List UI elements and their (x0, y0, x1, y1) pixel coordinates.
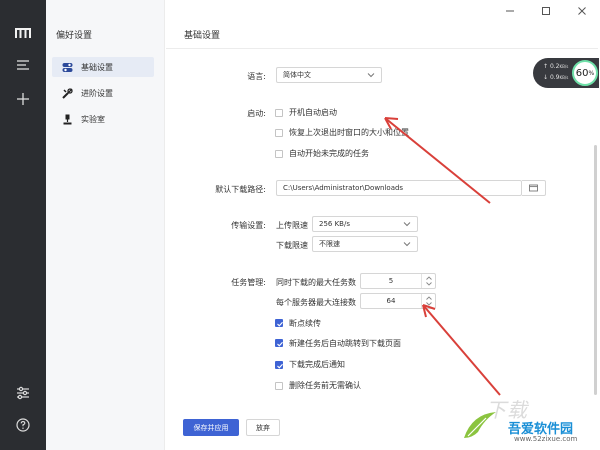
scrollbar[interactable] (594, 145, 597, 395)
menu-icon[interactable] (11, 53, 35, 77)
divider (166, 48, 598, 49)
download-speed: ↓ 0.9KB/s (543, 74, 569, 81)
chevron-down-icon (367, 73, 375, 78)
usage-percent: 60 (575, 67, 589, 79)
max-tasks-stepper[interactable]: 5 (360, 273, 436, 289)
auto-launch-label: 开机自动启动 (289, 108, 337, 117)
resume-broken-checkbox[interactable] (275, 319, 283, 327)
settings-nav: 偏好设置 基础设置 进阶设置 实验室 (46, 0, 165, 450)
browse-folder-button[interactable] (522, 180, 546, 196)
nav-item-label: 基础设置 (81, 62, 113, 72)
stepper-arrows[interactable] (421, 294, 435, 308)
notify-complete-checkbox[interactable] (275, 361, 283, 369)
notify-complete-label: 下载完成后通知 (289, 360, 345, 369)
stepper-arrows-icon (426, 296, 432, 306)
language-value: 简体中文 (283, 71, 311, 79)
watermark: 下载 吾爱软件园 www.52zixue.com (452, 390, 600, 450)
max-connections-label: 每个服务器最大连接数 (276, 298, 356, 307)
download-limit-value: 不限速 (319, 240, 340, 248)
lab-icon (62, 114, 73, 125)
chevron-down-icon (403, 222, 411, 227)
usage-percent-unit: % (588, 69, 595, 77)
logo-icon (11, 21, 35, 45)
language-select[interactable]: 简体中文 (276, 67, 382, 83)
stepper-arrows[interactable] (421, 274, 435, 288)
download-path-value: C:\Users\Administrator\Downloads (283, 184, 404, 192)
max-connections-stepper[interactable]: 64 (360, 293, 436, 309)
nav-item-basic[interactable]: 基础设置 (52, 57, 154, 77)
upload-limit-value: 256 KB/s (319, 220, 350, 228)
nav-item-label: 实验室 (81, 114, 105, 124)
discard-button[interactable]: 放弃 (246, 419, 280, 436)
task-management-label: 任务管理: (231, 278, 266, 287)
max-tasks-value: 5 (388, 277, 394, 285)
checkmark-icon (277, 321, 283, 327)
upload-limit-select[interactable]: 256 KB/s (312, 216, 418, 232)
nav-item-label: 进阶设置 (81, 88, 113, 98)
resume-broken-label: 断点续传 (289, 319, 321, 328)
startup-label: 启动: (247, 109, 266, 118)
wrench-icon (62, 87, 73, 99)
watermark-url: www.52zixue.com (514, 435, 578, 443)
resume-tasks-checkbox[interactable] (275, 150, 283, 158)
checkmark-icon (277, 341, 283, 347)
checkmark-icon (277, 363, 283, 369)
chevron-down-icon (403, 242, 411, 247)
jump-to-download-label: 新建任务后自动跳转到下载页面 (289, 339, 401, 348)
nav-item-lab[interactable]: 实验室 (52, 109, 154, 129)
language-label: 语言: (247, 72, 266, 81)
download-path-label: 默认下载路径: (215, 185, 266, 194)
settings-toggle-icon (62, 62, 73, 73)
transfer-label: 传输设置: (231, 221, 266, 230)
page-title: 基础设置 (184, 31, 221, 41)
restore-window-checkbox[interactable] (275, 129, 283, 137)
max-tasks-label: 同时下载的最大任务数 (276, 278, 356, 287)
usage-gauge: 60% (572, 60, 598, 86)
upload-speed-unit: KB/s (559, 64, 569, 69)
stepper-arrows-icon (426, 276, 432, 286)
nav-item-advanced[interactable]: 进阶设置 (52, 83, 154, 103)
download-limit-select[interactable]: 不限速 (312, 236, 418, 252)
sliders-icon[interactable] (11, 381, 35, 405)
download-speed-unit: KB/s (559, 75, 569, 80)
speed-widget[interactable]: ↑ 0.2KB/s ↓ 0.9KB/s 60% (533, 58, 599, 88)
add-icon[interactable] (11, 87, 35, 111)
skip-delete-confirm-label: 删除任务前无需确认 (289, 381, 361, 390)
resume-tasks-label: 自动开始未完成的任务 (289, 149, 369, 158)
download-path-input[interactable]: C:\Users\Administrator\Downloads (276, 180, 522, 196)
max-connections-value: 64 (386, 297, 396, 305)
auto-launch-checkbox[interactable] (275, 109, 283, 117)
upload-limit-label: 上传限速 (276, 221, 308, 230)
restore-window-label: 恢复上次退出时窗口的大小和位置 (289, 128, 409, 137)
jump-to-download-checkbox[interactable] (275, 339, 283, 347)
download-limit-label: 下载限速 (276, 241, 308, 250)
app-rail (0, 0, 46, 450)
upload-speed: ↑ 0.2KB/s (543, 63, 569, 70)
help-icon[interactable] (11, 413, 35, 437)
save-apply-button[interactable]: 保存并应用 (183, 419, 239, 436)
folder-icon (529, 184, 538, 192)
skip-delete-confirm-checkbox[interactable] (275, 382, 283, 390)
nav-title: 偏好设置 (56, 31, 93, 41)
